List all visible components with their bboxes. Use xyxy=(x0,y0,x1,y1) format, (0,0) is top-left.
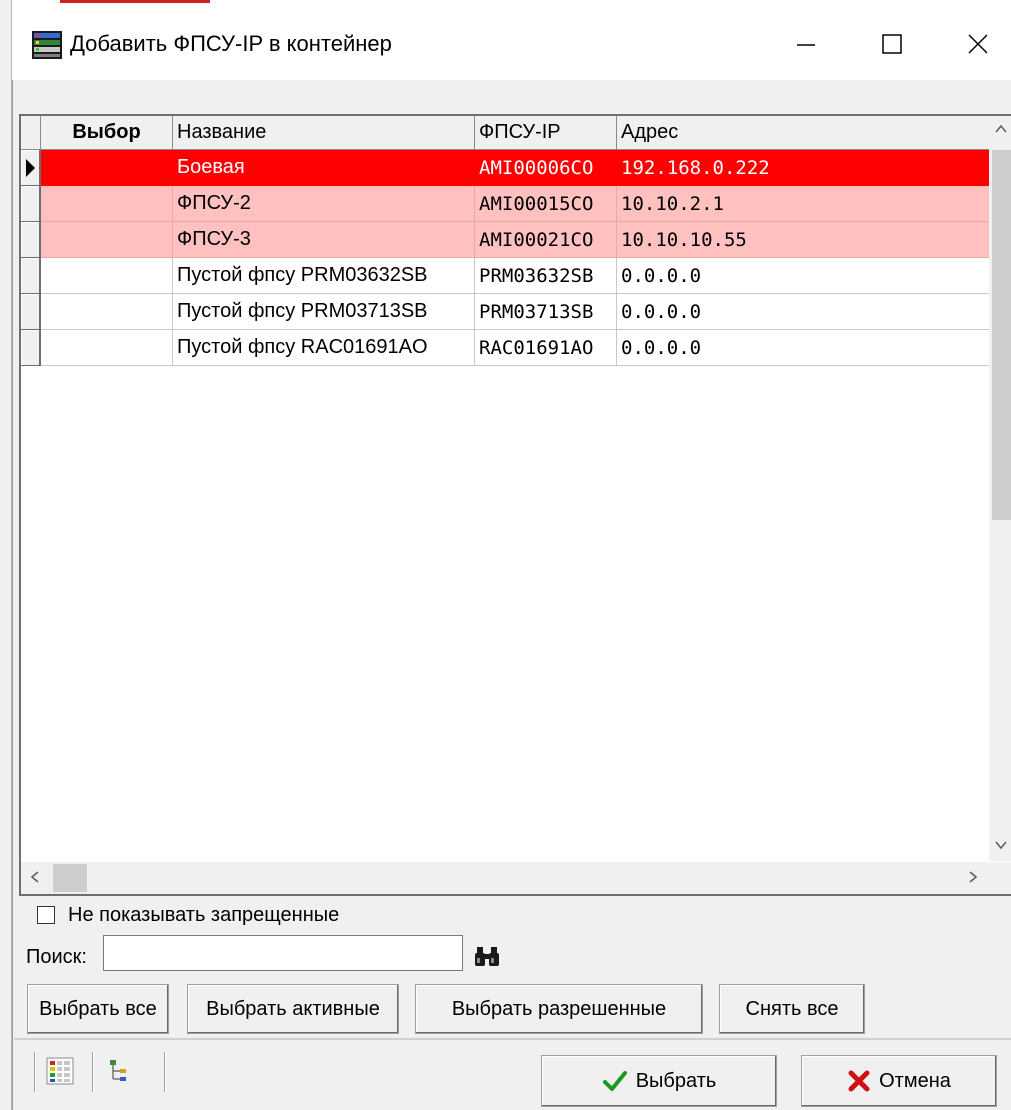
vertical-scroll-thumb[interactable] xyxy=(992,150,1011,520)
toolbar-separator xyxy=(92,1052,94,1092)
cancel-button-label: Отмена xyxy=(879,1069,951,1092)
fpsu-ip-cell[interactable]: RAC01691AO xyxy=(475,330,617,366)
scroll-down-icon[interactable] xyxy=(994,838,1008,852)
address-cell[interactable]: 192.168.0.222 xyxy=(617,150,991,186)
table-row[interactable]: Пустой фпсу PRM03632SB PRM03632SB 0.0.0.0 xyxy=(21,258,991,294)
color-grid-icon xyxy=(46,1057,74,1085)
window-title: Добавить ФПСУ-IP в контейнер xyxy=(70,31,392,56)
fpsu-ip-cell[interactable]: AMI00006CO xyxy=(475,150,617,186)
column-header-select[interactable]: Выбор xyxy=(41,116,173,150)
server-rack-icon xyxy=(32,31,62,59)
select-cell[interactable] xyxy=(41,258,173,294)
select-cell[interactable] xyxy=(41,330,173,366)
address-cell[interactable]: 0.0.0.0 xyxy=(617,294,991,330)
row-indicator[interactable] xyxy=(21,330,41,366)
grid-view-button[interactable] xyxy=(44,1056,76,1086)
search-label: Поиск: xyxy=(26,946,87,968)
address-cell[interactable]: 0.0.0.0 xyxy=(617,258,991,294)
table-row[interactable]: ФПСУ-3 AMI00021CO 10.10.10.55 xyxy=(21,222,991,258)
table-row[interactable]: Пустой фпсу PRM03713SB PRM03713SB 0.0.0.0 xyxy=(21,294,991,330)
row-indicator[interactable] xyxy=(21,294,41,330)
scroll-right-icon[interactable] xyxy=(966,870,980,884)
select-cell[interactable] xyxy=(41,186,173,222)
select-cell[interactable] xyxy=(41,222,173,258)
name-cell[interactable]: Пустой фпсу RAC01691AO xyxy=(173,330,475,366)
column-header-name[interactable]: Название xyxy=(173,116,475,150)
maximize-icon xyxy=(882,34,902,54)
fpsu-ip-cell[interactable]: AMI00015CO xyxy=(475,186,617,222)
select-cell[interactable] xyxy=(41,150,173,186)
row-indicator[interactable] xyxy=(21,222,41,258)
tree-icon xyxy=(110,1060,126,1081)
grid-header-indicator xyxy=(21,116,41,150)
tree-view-button[interactable] xyxy=(104,1056,136,1086)
toolbar-divider xyxy=(14,1038,1011,1040)
horizontal-scroll-thumb[interactable] xyxy=(53,864,87,892)
fpsu-ip-cell[interactable]: AMI00021CO xyxy=(475,222,617,258)
name-cell[interactable]: ФПСУ-2 xyxy=(173,186,475,222)
close-button[interactable] xyxy=(948,22,1008,66)
hide-forbidden-label[interactable]: Не показывать запрещенные xyxy=(68,904,339,927)
name-cell[interactable]: Пустой фпсу PRM03632SB xyxy=(173,258,475,294)
toolbar-separator xyxy=(34,1052,36,1092)
name-cell[interactable]: Пустой фпсу PRM03713SB xyxy=(173,294,475,330)
table-row[interactable]: Пустой фпсу RAC01691AO RAC01691AO 0.0.0.0 xyxy=(21,330,991,366)
binoculars-icon[interactable] xyxy=(473,945,501,967)
name-cell[interactable]: ФПСУ-3 xyxy=(173,222,475,258)
select-allowed-button[interactable]: Выбрать разрешенные xyxy=(415,984,703,1034)
address-cell[interactable]: 10.10.10.55 xyxy=(617,222,991,258)
checkmark-icon xyxy=(602,1071,627,1091)
fpsu-grid[interactable]: Выбор Название ФПСУ-IP Адрес Боевая AMI00… xyxy=(19,114,1011,896)
address-cell[interactable]: 0.0.0.0 xyxy=(617,330,991,366)
horizontal-scrollbar[interactable] xyxy=(21,862,1011,894)
table-row[interactable]: Боевая AMI00006CO 192.168.0.222 xyxy=(21,150,991,186)
minimize-button[interactable] xyxy=(776,22,836,66)
scroll-left-icon[interactable] xyxy=(28,870,42,884)
ok-button-label: Выбрать xyxy=(635,1069,717,1092)
background-accent xyxy=(60,0,210,3)
row-indicator[interactable] xyxy=(21,150,41,186)
hide-forbidden-checkbox[interactable] xyxy=(37,906,55,924)
address-cell[interactable]: 10.10.2.1 xyxy=(617,186,991,222)
name-cell[interactable]: Боевая xyxy=(173,150,475,186)
close-icon xyxy=(968,34,988,54)
row-indicator[interactable] xyxy=(21,186,41,222)
maximize-button[interactable] xyxy=(862,22,922,66)
toolbar-separator xyxy=(164,1052,166,1092)
cancel-x-icon xyxy=(848,1070,870,1092)
background-window-edge xyxy=(0,0,12,1110)
scroll-up-icon[interactable] xyxy=(994,122,1008,136)
select-active-button[interactable]: Выбрать активные xyxy=(187,984,399,1034)
clear-all-button[interactable]: Снять все xyxy=(719,984,865,1034)
column-header-address[interactable]: Адрес xyxy=(617,116,991,150)
current-row-pointer-icon xyxy=(26,159,35,177)
select-cell[interactable] xyxy=(41,294,173,330)
minimize-icon xyxy=(797,44,815,46)
select-all-button[interactable]: Выбрать все xyxy=(27,984,169,1034)
search-input[interactable] xyxy=(103,935,463,971)
fpsu-ip-cell[interactable]: PRM03632SB xyxy=(475,258,617,294)
ok-button[interactable]: Выбрать xyxy=(541,1055,777,1107)
cancel-button[interactable]: Отмена xyxy=(801,1055,997,1107)
fpsu-ip-cell[interactable]: PRM03713SB xyxy=(475,294,617,330)
column-header-fpsu-ip[interactable]: ФПСУ-IP xyxy=(475,116,617,150)
table-row[interactable]: ФПСУ-2 AMI00015CO 10.10.2.1 xyxy=(21,186,991,222)
row-indicator[interactable] xyxy=(21,258,41,294)
